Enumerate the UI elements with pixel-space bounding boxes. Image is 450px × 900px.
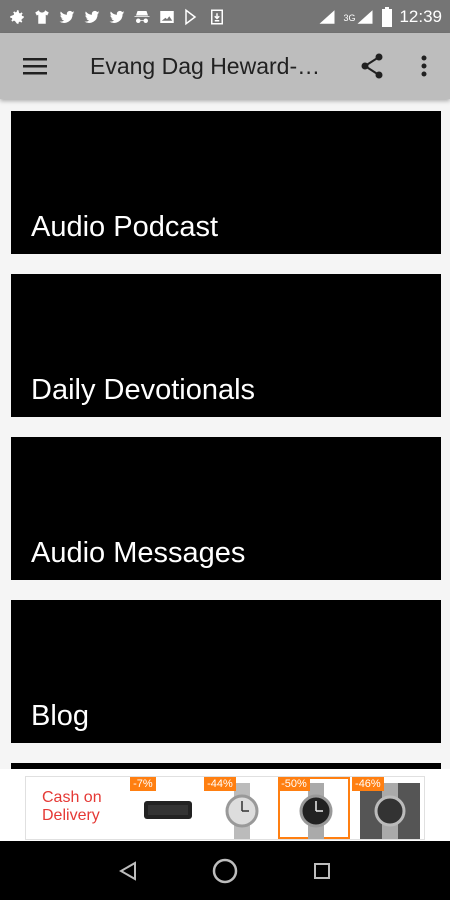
more-options-button[interactable]	[398, 33, 450, 99]
share-icon	[361, 53, 383, 79]
back-triangle-icon	[119, 860, 137, 881]
menu-button[interactable]	[0, 33, 70, 99]
card-label: Audio Podcast	[31, 211, 219, 243]
discount-badge: -44%	[204, 777, 236, 791]
card-daily-devotionals[interactable]: Daily Devotionals	[11, 274, 441, 417]
discount-badge: -50%	[278, 777, 310, 791]
app-bar: Evang Dag Heward-…	[0, 33, 450, 99]
card-audio-messages[interactable]: Audio Messages	[11, 437, 441, 580]
app-title: Evang Dag Heward-…	[90, 52, 321, 79]
card-label: Daily Devotionals	[31, 374, 256, 406]
status-bar: 3G 12:39	[0, 0, 450, 33]
twitter-icon	[109, 10, 125, 23]
discount-badge: -46%	[352, 777, 384, 791]
card-label: Audio Messages	[31, 537, 246, 569]
ad-cash-on-delivery[interactable]: Cash on Delivery	[26, 777, 128, 839]
back-button[interactable]	[108, 851, 148, 891]
ad-product-watch[interactable]: -44%	[204, 777, 276, 839]
more-vert-icon	[421, 55, 427, 77]
notification-icons	[8, 8, 226, 26]
twitter-icon	[84, 10, 100, 23]
battery-icon	[382, 6, 393, 27]
incognito-icon	[134, 10, 150, 23]
system-nav-bar	[0, 841, 450, 900]
ad-cod-text: Cash on Delivery	[42, 789, 102, 825]
watch-product-image	[299, 783, 333, 839]
watch-product-image	[225, 783, 259, 839]
hamburger-menu-icon	[23, 58, 47, 75]
signal-icon	[357, 9, 373, 24]
ad-product-watch[interactable]: -46%	[352, 777, 424, 839]
home-button[interactable]	[205, 851, 245, 891]
recents-button[interactable]	[302, 851, 342, 891]
clock: 12:39	[399, 6, 442, 26]
home-circle-icon	[212, 858, 238, 883]
network-type: 3G	[343, 12, 356, 23]
wifi-icon	[319, 9, 335, 24]
play-store-icon	[185, 8, 197, 25]
card-label: Blog	[31, 700, 90, 732]
twitter-icon	[59, 10, 75, 23]
recents-square-icon	[313, 862, 330, 879]
menu-list: Audio Podcast Daily Devotionals Audio Me…	[0, 99, 450, 769]
download-icon	[211, 9, 223, 24]
ad-area: Cash on Delivery -7% -44% -50% -46%	[0, 769, 450, 841]
discount-badge: -7%	[130, 777, 156, 791]
card-audio-podcast[interactable]: Audio Podcast	[11, 111, 441, 254]
card-blog[interactable]: Blog	[11, 600, 441, 743]
ad-banner[interactable]: Cash on Delivery -7% -44% -50% -46%	[25, 776, 425, 840]
tshirt-icon	[35, 9, 49, 24]
system-status: 3G 12:39	[317, 6, 442, 27]
ad-cod-line1: Cash on	[42, 789, 102, 806]
ad-cod-line2: Delivery	[42, 807, 100, 824]
share-button[interactable]	[346, 33, 398, 99]
watch-product-image	[360, 783, 421, 839]
image-icon	[160, 10, 174, 23]
ad-product-watch-selected[interactable]: -50%	[278, 777, 351, 839]
ad-product-speaker[interactable]: -7%	[130, 777, 202, 839]
settings-icon	[10, 9, 24, 24]
